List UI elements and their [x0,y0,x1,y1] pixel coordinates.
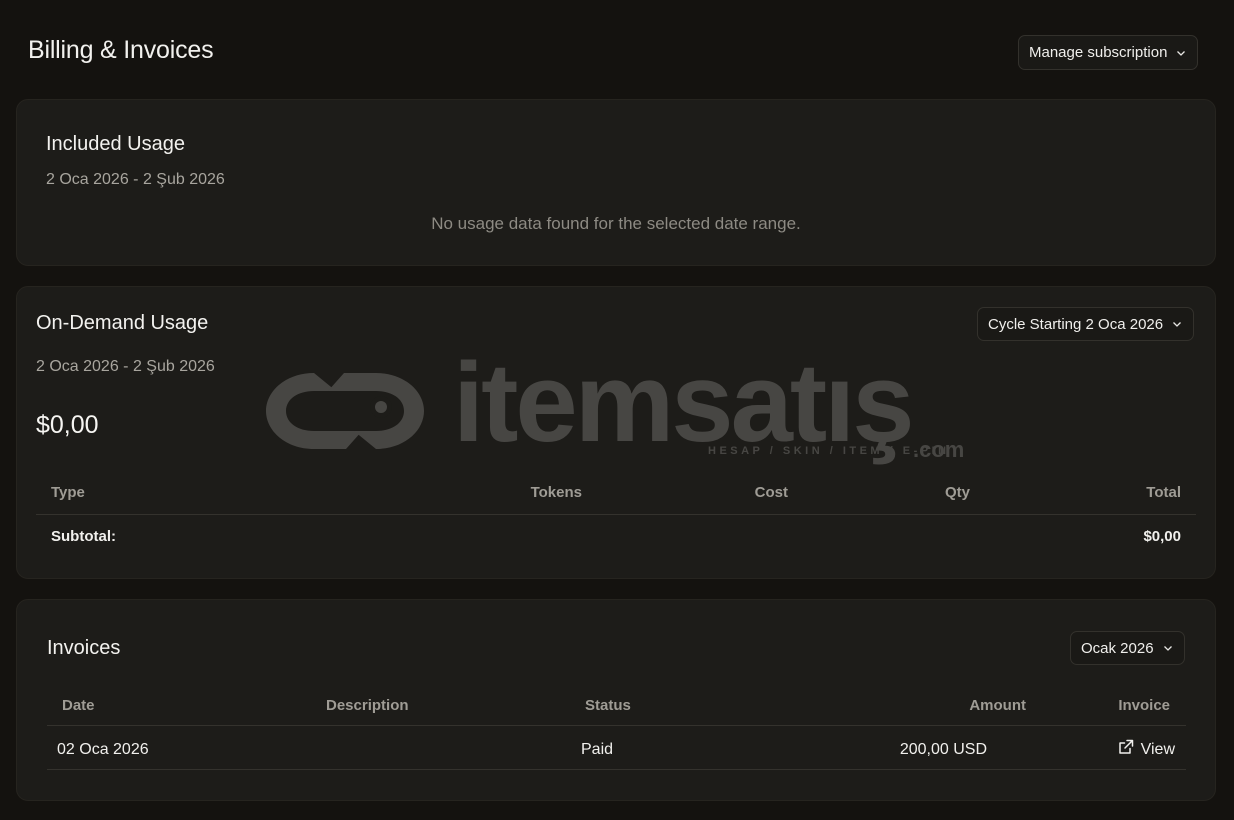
col-date: Date [62,697,95,714]
included-usage-card: Included Usage 2 Oca 2026 - 2 Şub 2026 N… [16,99,1216,266]
invoice-view-cell: View [987,738,1175,761]
chevron-down-icon [1175,47,1187,59]
col-qty: Qty [944,484,970,501]
chevron-down-icon [1171,318,1183,330]
usage-table-header: Type Tokens Cost Qty Total [51,484,1181,501]
invoices-table-header: Date Description Status Amount Invoice [62,697,1170,714]
billing-page: Billing & Invoices Manage subscription I… [0,0,1234,820]
invoice-date: 02 Oca 2026 [57,740,149,758]
invoices-title: Invoices [47,637,121,659]
invoice-amount: 200,00 USD [899,740,987,758]
col-tokens: Tokens [530,484,582,501]
subtotal-row: Subtotal: $0,00 [51,528,1181,545]
included-usage-date-range: 2 Oca 2026 - 2 Şub 2026 [46,171,225,188]
table-row: 02 Oca 2026 Paid 200,00 USD View [57,738,1175,761]
col-description: Description [326,697,409,714]
on-demand-date-range: 2 Oca 2026 - 2 Şub 2026 [36,358,215,375]
invoice-month-label: Ocak 2026 [1081,639,1154,657]
invoice-month-select[interactable]: Ocak 2026 [1070,631,1185,665]
col-invoice: Invoice [1118,697,1170,714]
manage-subscription-label: Manage subscription [1029,44,1168,61]
invoices-table-divider [47,725,1186,726]
col-amount: Amount [969,697,1026,714]
invoices-row-divider [47,769,1186,770]
invoices-card: Invoices Ocak 2026 Date Description Stat… [16,599,1216,801]
on-demand-usage-card: On-Demand Usage Cycle Starting 2 Oca 202… [16,286,1216,579]
on-demand-title: On-Demand Usage [36,312,209,334]
usage-table-divider [36,514,1196,515]
col-total: Total [1146,484,1181,501]
subtotal-label: Subtotal: [51,528,116,545]
page-title: Billing & Invoices [28,36,214,64]
external-link-icon [1117,738,1135,761]
included-usage-title: Included Usage [46,133,185,155]
view-invoice-link[interactable]: View [1117,738,1175,761]
chevron-down-icon [1162,642,1174,654]
col-status: Status [585,697,631,714]
col-cost: Cost [754,484,788,501]
empty-usage-message: No usage data found for the selected dat… [431,214,801,233]
col-type: Type [51,484,85,501]
on-demand-total-amount: $0,00 [36,411,99,439]
view-invoice-label: View [1140,740,1175,758]
cycle-select[interactable]: Cycle Starting 2 Oca 2026 [977,307,1195,341]
manage-subscription-button[interactable]: Manage subscription [1018,35,1199,70]
subtotal-value: $0,00 [1143,528,1181,545]
cycle-select-label: Cycle Starting 2 Oca 2026 [988,315,1164,333]
invoice-status: Paid [581,740,614,758]
